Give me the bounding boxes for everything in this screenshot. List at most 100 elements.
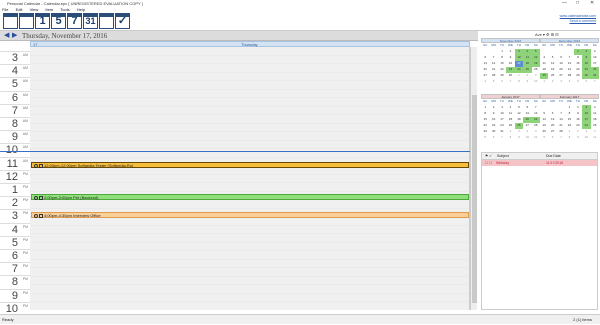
hour-number: 4 <box>11 65 18 78</box>
appointment[interactable]: 2:00pm-3:00pm Pet (Backend) <box>31 194 469 200</box>
hour-number: 9 <box>11 131 18 144</box>
appointment[interactable]: 12:00pm-12:00pm Softpedia Tester (Softpe… <box>31 162 469 168</box>
mini-calendar: February 2017 SU MO TU WE TH FR SA 1 2 3 4 5 6 7 8 9 10 11… <box>540 94 599 141</box>
day-cell[interactable]: 8 <box>515 79 523 85</box>
am-pm-label: AM <box>22 92 28 97</box>
year-view-button[interactable] <box>99 13 114 29</box>
am-pm-label: PM <box>22 264 28 269</box>
day-cell[interactable]: 9 <box>523 79 531 85</box>
week-view-button[interactable]: 7 <box>67 13 82 29</box>
am-pm-label: AM <box>22 79 28 84</box>
am-pm-label: PM <box>22 237 28 242</box>
day-cell[interactable]: 8 <box>565 135 573 141</box>
day-cell[interactable]: 6 <box>582 79 590 85</box>
column-due-date[interactable]: Due Date <box>546 153 561 160</box>
day-cell[interactable]: 7 <box>591 79 599 85</box>
day-cell[interactable]: 4 <box>481 79 489 85</box>
day-cell[interactable]: 5 <box>574 79 582 85</box>
status-bar: Ready 2 (1) items <box>0 314 600 324</box>
hour-number: 8 <box>11 276 18 289</box>
maximize-button[interactable]: □ <box>576 0 579 7</box>
hour-number: 7 <box>11 263 18 276</box>
day-grid[interactable] <box>30 47 470 310</box>
day-cell[interactable]: 11 <box>532 135 540 141</box>
task-header: ⚑ ✓ Subject Due Date <box>482 153 597 160</box>
mini-calendars: November 2016 SU MO TU WE TH FR SA 1 2 3 4 5 6 7 8 9 10 11… <box>481 38 599 150</box>
am-pm-label: AM <box>22 145 28 150</box>
day-cell[interactable]: 9 <box>515 135 523 141</box>
day-cell[interactable]: 5 <box>481 135 489 141</box>
column-subject[interactable]: Subject <box>497 154 509 158</box>
day-cell[interactable]: 10 <box>523 135 531 141</box>
hour-number: 4 <box>11 223 18 236</box>
day-cell[interactable]: 10 <box>532 79 540 85</box>
task-flag-icon: ⚑ ✓ <box>485 154 493 158</box>
day-cell[interactable]: 6 <box>489 135 497 141</box>
status-text: Ready <box>2 317 14 322</box>
task-due-date: 11/17/2016 <box>546 161 564 165</box>
links: www.calendarwise.com Send a comment <box>560 14 596 24</box>
day-cell[interactable]: 2 <box>548 79 556 85</box>
current-time-line <box>0 151 470 152</box>
task-subject: Birthday <box>496 161 510 165</box>
appointment-text: 4:00pm-4:30pm Interview Office <box>44 213 101 218</box>
hour-number: 6 <box>11 91 18 104</box>
day-cell[interactable]: 3 <box>557 79 565 85</box>
am-pm-label: AM <box>22 119 28 123</box>
day-cell[interactable]: 9 <box>574 135 582 141</box>
day-cell[interactable]: 7 <box>498 135 506 141</box>
hour-number: 12 <box>5 170 18 183</box>
am-pm-label: PM <box>22 171 28 176</box>
am-pm-label: PM <box>22 290 28 295</box>
am-pm-label: PM <box>22 224 28 229</box>
send-comment-link[interactable]: Send a comment <box>560 19 596 24</box>
title-bar: Personal Calendar - Calendar.epc [ UNREG… <box>0 0 600 7</box>
vertical-scrollbar[interactable] <box>470 47 477 310</box>
close-button[interactable]: ✕ <box>590 0 594 7</box>
day-cell[interactable]: 8 <box>506 135 514 141</box>
previous-day-arrow-icon[interactable]: ◀ <box>4 32 9 40</box>
scrollbar-thumb[interactable] <box>472 95 477 303</box>
grid-view-button[interactable] <box>19 13 34 29</box>
workweek-view-button[interactable]: 5 <box>51 13 66 29</box>
day-cell[interactable]: 7 <box>506 79 514 85</box>
am-pm-label: PM <box>22 251 28 255</box>
day-cell[interactable]: 6 <box>548 135 556 141</box>
date-navigation-bar: ◀ ▶ Thursday, November 17, 2016 <box>0 31 478 41</box>
am-pm-label: PM <box>22 198 28 203</box>
clock-icon <box>34 196 38 200</box>
day-view-button[interactable]: 1 <box>35 13 50 29</box>
day-cell[interactable]: 11 <box>591 135 599 141</box>
checkmark-icon: ✓ <box>117 15 128 27</box>
day-cell[interactable]: 4 <box>565 79 573 85</box>
hour-number: 11 <box>6 157 18 170</box>
task-row[interactable]: ☐ ☐ Birthday 11/17/2016 <box>482 160 597 166</box>
day-cell[interactable]: 1 <box>540 79 548 85</box>
week-row: 5 6 7 8 9 10 11 <box>540 135 599 141</box>
am-pm-label: AM <box>22 66 28 71</box>
day-cell[interactable]: 6 <box>498 79 506 85</box>
week-row: 5 6 7 8 9 10 11 <box>481 135 540 141</box>
tasks-view-button[interactable]: ✓ <box>115 13 130 29</box>
next-day-arrow-icon[interactable]: ▶ <box>12 32 17 40</box>
day-cell[interactable]: 5 <box>540 135 548 141</box>
month-view-button[interactable]: 31 <box>83 13 98 29</box>
appointment-text: 12:00pm-12:00pm Softpedia Tester (Softpe… <box>44 163 134 168</box>
current-date-label: Thursday, November 17, 2016 <box>22 32 108 40</box>
day-cell[interactable]: 7 <box>557 135 565 141</box>
hour-gutter: 3 AM 4 AM 5 AM 6 AM 7 AM 8 AM 9 AM 10 AM 11 AM 12 PM 1 PM 2 PM 3… <box>0 47 30 315</box>
task-checkbox[interactable]: ☐ ☐ <box>485 161 492 165</box>
new-calendar-button[interactable] <box>3 13 18 29</box>
hour-number: 8 <box>11 118 18 130</box>
task-list: ⚑ ✓ Subject Due Date ☐ ☐ Birthday 11/17/… <box>481 152 598 310</box>
hour-number: 7 <box>11 104 18 117</box>
appointment[interactable]: 4:00pm-4:30pm Interview Office <box>31 212 469 218</box>
day-cell[interactable]: 5 <box>489 79 497 85</box>
day-cell[interactable]: 10 <box>582 135 590 141</box>
minimize-button[interactable]: — <box>562 0 567 7</box>
hour-number: 6 <box>11 250 18 262</box>
hour-number: 9 <box>11 289 18 302</box>
am-pm-label: AM <box>22 132 28 137</box>
appointment-text: 2:00pm-3:00pm Pet (Backend) <box>44 195 99 200</box>
am-pm-label: AM <box>22 158 28 163</box>
